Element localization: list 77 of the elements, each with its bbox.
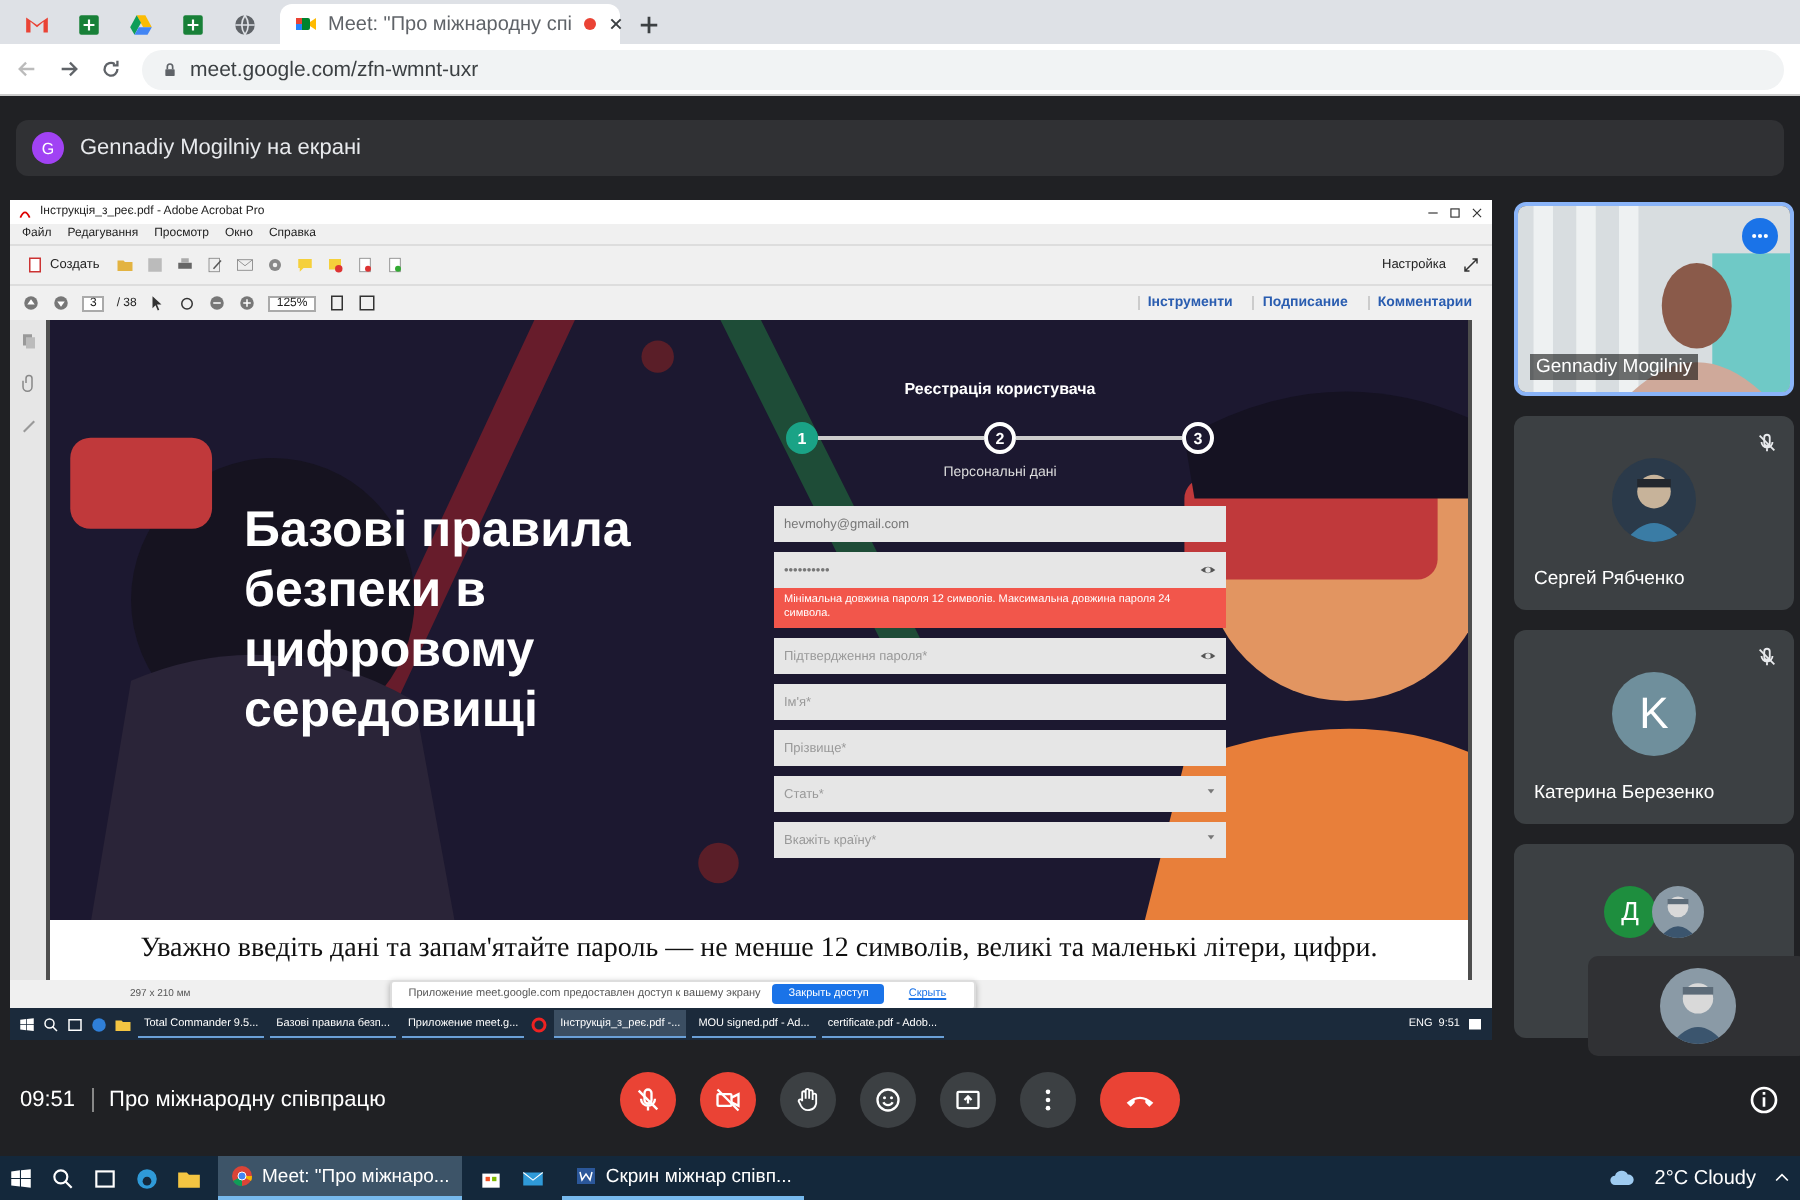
printer-icon (175, 256, 194, 274)
smiley-icon (874, 1086, 902, 1114)
present-button[interactable] (940, 1072, 996, 1128)
caret-icon (1206, 832, 1216, 843)
sheet-icon[interactable] (75, 11, 101, 37)
taskbar-app[interactable]: Meet: "Про міжнаро... (218, 1156, 462, 1200)
avatar: Д (1604, 885, 1656, 937)
cursor-icon (148, 294, 167, 312)
chrome-icon (230, 1164, 254, 1188)
taskbar-app[interactable]: Скрин міжнар співп... (561, 1156, 804, 1200)
envelope-icon (235, 256, 254, 274)
close-icon[interactable] (607, 16, 624, 32)
banner-text: Gennadiy Mogilniy на екрані (80, 136, 361, 160)
participant-name: Сергей Рябченко (1534, 568, 1685, 590)
folder-icon[interactable] (114, 1015, 132, 1033)
document-icon (26, 256, 44, 274)
search-icon[interactable] (50, 1165, 76, 1191)
meeting-title: Про міжнародну співпрацю (109, 1088, 386, 1112)
raise-hand-button[interactable] (780, 1072, 836, 1128)
avatar: G (32, 132, 64, 164)
microphone-button[interactable] (620, 1072, 676, 1128)
avatar: K (1612, 671, 1696, 755)
maximize-icon[interactable] (1448, 205, 1462, 219)
form-title: Реєстрація користувача (902, 380, 1098, 398)
participant-name: Gennadiy Mogilniy (1530, 354, 1699, 380)
close-icon[interactable] (1470, 205, 1484, 219)
windows-icon[interactable] (18, 1015, 36, 1033)
reload-icon[interactable] (100, 58, 122, 80)
fit-width-icon (357, 294, 376, 312)
folder-icon (115, 256, 134, 274)
zoom-in-icon (238, 294, 257, 312)
globe-icon[interactable] (231, 11, 257, 37)
emoji-button[interactable] (860, 1072, 916, 1128)
opera-icon[interactable] (530, 1015, 549, 1033)
camera-off-icon (714, 1086, 742, 1114)
participant-name: Катерина Березенко (1534, 782, 1715, 804)
edit-icon (205, 256, 224, 274)
forward-icon[interactable] (58, 58, 80, 80)
camera-button[interactable] (700, 1072, 756, 1128)
windows-icon[interactable] (8, 1165, 34, 1191)
down-icon (52, 294, 70, 312)
word-icon (573, 1164, 598, 1188)
present-icon (954, 1086, 982, 1114)
end-call-button[interactable] (1100, 1072, 1180, 1128)
page-icon (385, 256, 404, 274)
fit-page-icon (327, 294, 346, 312)
sheet-icon[interactable] (179, 11, 205, 37)
gear-icon (265, 256, 284, 274)
pen-icon (19, 416, 37, 434)
search-icon[interactable] (42, 1015, 60, 1033)
meeting-time: 09:51 (20, 1088, 76, 1112)
body-text: Уважно введіть дані та запам'ятайте пароль — не менше 12 символів, великі та маленькі літери, цифри. (50, 920, 1468, 980)
address-bar[interactable]: meet.google.com/zfn-wmnt-uxr (142, 49, 1784, 89)
page-icon (355, 256, 374, 274)
zoom-out-icon (208, 294, 227, 312)
task-view-icon[interactable] (66, 1015, 84, 1033)
triangle-icon[interactable] (127, 11, 153, 37)
comment-icon (295, 256, 314, 274)
caret-icon (1206, 786, 1216, 797)
weather[interactable]: 2°C Cloudy (1654, 1167, 1756, 1189)
paperclip-icon (19, 374, 37, 392)
recording-icon (581, 16, 598, 32)
eye-icon (1200, 648, 1216, 665)
browser-tab[interactable]: Meet: "Про міжнародну спі (280, 4, 620, 44)
tab-title: Meet: "Про міжнародну спі (328, 13, 572, 35)
eye-icon (1200, 562, 1216, 578)
lock-icon (162, 61, 178, 77)
microphone-off-icon (634, 1086, 662, 1114)
task-view-icon[interactable] (92, 1165, 118, 1191)
plus-icon[interactable] (637, 13, 659, 35)
stamp-icon (325, 256, 344, 274)
info-icon[interactable] (1748, 1084, 1780, 1116)
up-icon (22, 294, 40, 312)
expand-icon (1462, 256, 1480, 274)
camera-icon (294, 12, 318, 36)
pages-icon (19, 332, 37, 350)
headline: Базові правила безпеки в цифровому середовищі (244, 500, 633, 740)
